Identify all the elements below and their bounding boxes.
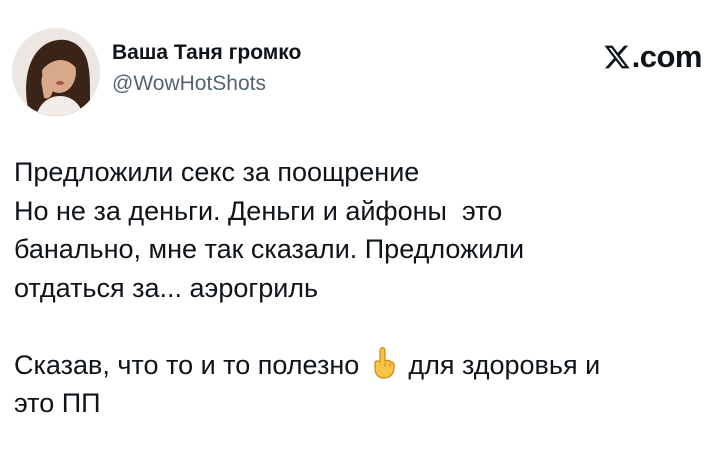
- tweet-line: Но не за деньги. Деньги и айфоны это: [14, 195, 503, 226]
- tweet-line-with-emoji: Сказав, что то и то полезно для здоровья…: [14, 346, 714, 385]
- tweet-text-segment: Сказав, что то и то полезно: [14, 349, 360, 380]
- tweet-text-segment: для здоровья и: [408, 349, 601, 380]
- tweet-line: Предложили секс за поощрение: [14, 157, 420, 187]
- profile-avatar[interactable]: [12, 28, 100, 116]
- author-names: Ваша Таня громко @WowHotShots: [112, 40, 301, 98]
- tweet-line: отдаться за... аэрогриль: [14, 272, 319, 303]
- tweet-line: банально, мне так сказали. Предложили: [14, 234, 525, 264]
- tweet-line: это ПП: [14, 388, 101, 418]
- brand-domain-text: .com: [631, 39, 703, 74]
- x-brand-logo: .com: [603, 39, 703, 74]
- avatar-photo-icon: [12, 28, 100, 116]
- author-display-name[interactable]: Ваша Таня громко: [112, 40, 301, 66]
- tweet-text: Предложили секс за поощрение Но не за де…: [14, 153, 714, 423]
- tweet-header: Ваша Таня громко @WowHotShots .com: [12, 20, 712, 116]
- point-up-emoji-icon: [369, 346, 399, 380]
- author-handle[interactable]: @WowHotShots: [112, 70, 301, 98]
- x-logo-icon: [603, 43, 631, 71]
- tweet-card: Ваша Таня громко @WowHotShots .com Предл…: [0, 0, 728, 470]
